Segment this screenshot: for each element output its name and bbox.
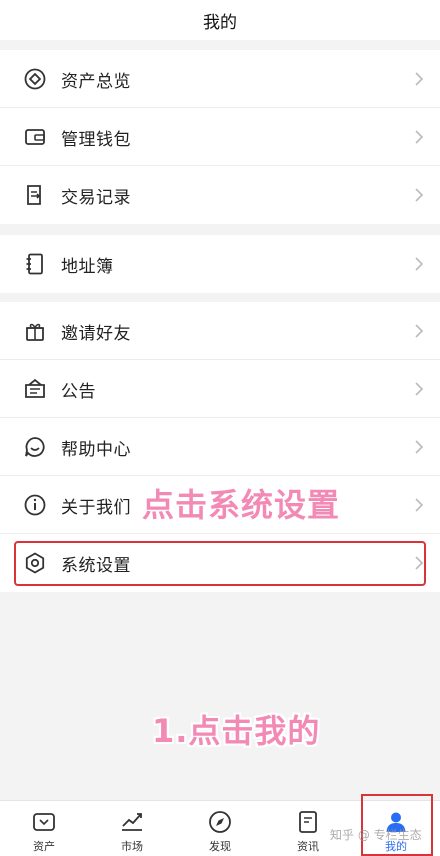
menu-item-announcement[interactable]: 公告 (0, 360, 440, 418)
announcement-icon (22, 376, 48, 402)
help-icon (22, 434, 48, 460)
info-icon (22, 492, 48, 518)
page-header: 我的 (0, 0, 440, 40)
market-tab-icon (118, 809, 146, 835)
menu-item-label: 公告 (61, 381, 96, 402)
chevron-right-icon (415, 130, 424, 144)
news-tab-icon (294, 809, 322, 835)
menu-item-label: 交易记录 (61, 187, 131, 208)
menu-item-label: 管理钱包 (61, 129, 131, 150)
tab-label: 资讯 (297, 840, 319, 853)
page-title: 我的 (203, 12, 237, 33)
chevron-right-icon (415, 72, 424, 86)
menu-item-label: 关于我们 (61, 497, 131, 518)
menu-item-asset-overview[interactable]: 资产总览 (0, 50, 440, 108)
menu-item-invite-friends[interactable]: 邀请好友 (0, 302, 440, 360)
chevron-right-icon (415, 257, 424, 271)
mine-annotation: 1.点击我的 (152, 712, 321, 750)
menu-item-transaction-record[interactable]: 交易记录 (0, 166, 440, 224)
tab-label: 资产 (33, 840, 55, 853)
tab-label: 市场 (121, 840, 143, 853)
wallet-icon (22, 124, 48, 150)
chevron-right-icon (415, 440, 424, 454)
mine-tab-highlight-box (361, 794, 433, 856)
menu-item-label: 帮助中心 (61, 439, 131, 460)
address-book-icon (22, 251, 48, 277)
settings-annotation: 点击系统设置 (142, 486, 341, 524)
menu-item-label: 资产总览 (61, 71, 131, 92)
watermark: 知乎 @ 专栏生态 (330, 828, 422, 842)
chevron-right-icon (415, 498, 424, 512)
gift-icon (22, 318, 48, 344)
compass-icon (206, 809, 234, 835)
tab-label: 发现 (209, 840, 231, 853)
tab-discover[interactable]: 发现 (176, 801, 264, 856)
menu-group-assets: 资产总览 管理钱包 交易记录 (0, 50, 440, 224)
asset-tab-icon (30, 809, 58, 835)
settings-highlight-box (14, 541, 426, 586)
chevron-right-icon (415, 382, 424, 396)
menu-item-label: 地址簿 (61, 256, 114, 277)
menu-item-manage-wallet[interactable]: 管理钱包 (0, 108, 440, 166)
menu-item-address-book[interactable]: 地址簿 (0, 235, 440, 293)
menu-item-help-center[interactable]: 帮助中心 (0, 418, 440, 476)
tab-assets[interactable]: 资产 (0, 801, 88, 856)
chevron-right-icon (415, 188, 424, 202)
transaction-record-icon (22, 182, 48, 208)
menu-group-address: 地址簿 (0, 235, 440, 293)
asset-overview-icon (22, 66, 48, 92)
menu-item-label: 邀请好友 (61, 323, 131, 344)
chevron-right-icon (415, 324, 424, 338)
tab-market[interactable]: 市场 (88, 801, 176, 856)
